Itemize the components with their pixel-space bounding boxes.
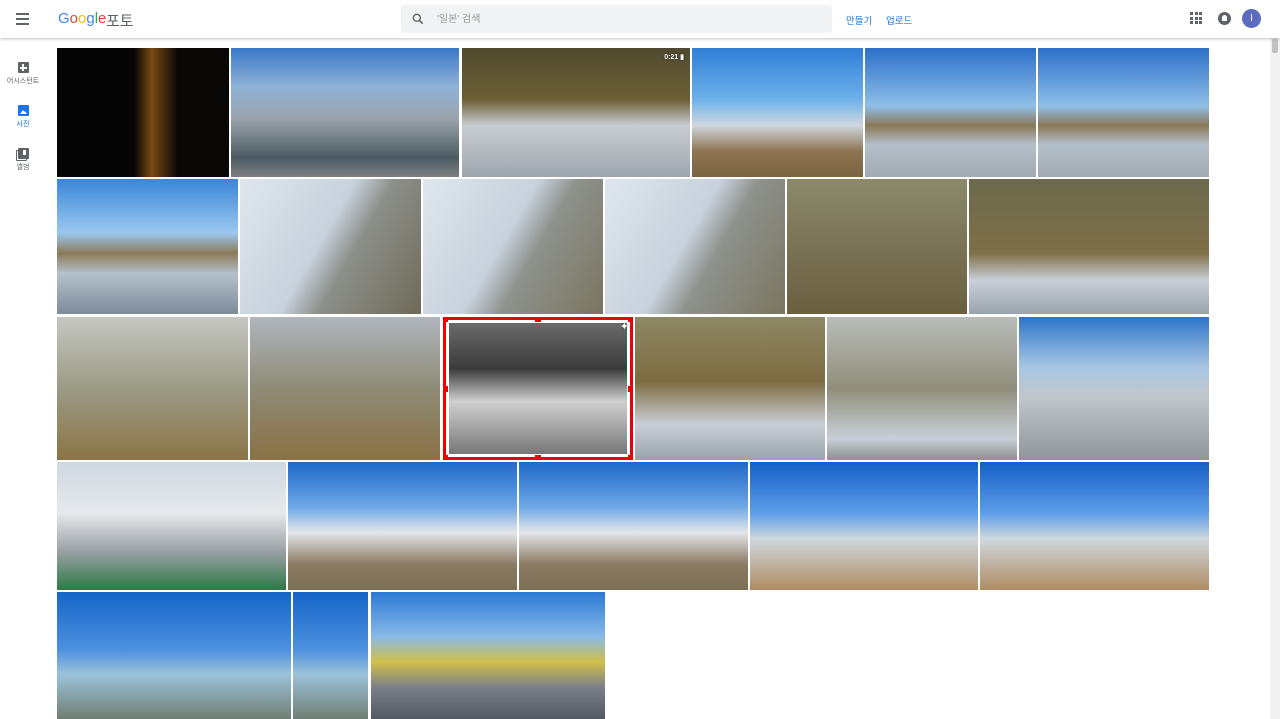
photo-tile[interactable] (371, 592, 605, 719)
photo-tile[interactable] (288, 462, 517, 590)
photo-tile[interactable] (1038, 48, 1209, 177)
photo-tile[interactable] (1019, 317, 1209, 460)
upload-link[interactable]: 업로드 (886, 13, 912, 27)
photo-tile[interactable] (250, 317, 440, 460)
create-link[interactable]: 만들기 (846, 13, 872, 27)
photo-image (449, 323, 627, 454)
search-icon[interactable] (411, 12, 425, 26)
photo-tile[interactable]: 0:21 ▮ (462, 48, 690, 177)
photo-tile[interactable] (865, 48, 1036, 177)
selection-handle[interactable] (443, 317, 448, 322)
photo-tile[interactable] (423, 179, 603, 314)
selection-handle[interactable] (443, 385, 448, 392)
selection-handle[interactable] (628, 385, 633, 392)
google-logo[interactable]: Google (58, 10, 106, 27)
video-duration-badge: 0:21 ▮ (664, 54, 684, 61)
photo-tile[interactable] (57, 592, 291, 719)
hamburger-menu-icon[interactable] (12, 9, 32, 29)
search-input[interactable] (435, 12, 819, 26)
sidebar-item-label: 어시스턴트 (6, 78, 40, 85)
photo-tile[interactable] (750, 462, 978, 590)
photo-tile[interactable] (605, 179, 785, 314)
photo-tile-selected[interactable]: ✦ (443, 317, 633, 460)
top-app-bar: Google 포토 만들기 업로드 I (0, 0, 1280, 38)
photo-tile[interactable] (231, 48, 459, 177)
photo-tile[interactable] (57, 48, 229, 177)
selection-handle[interactable] (443, 455, 448, 460)
search-bar[interactable] (401, 5, 832, 33)
photo-tile[interactable] (57, 317, 248, 460)
scrollbar[interactable] (1270, 38, 1280, 719)
sidebar-item-label: 앨범 (16, 164, 30, 171)
notifications-icon[interactable] (1218, 12, 1231, 25)
selection-handle[interactable] (535, 455, 541, 460)
auto-enhance-icon: ✦ (619, 321, 629, 333)
photo-icon (17, 105, 29, 116)
photo-tile[interactable] (980, 462, 1209, 590)
photo-tile[interactable] (692, 48, 863, 177)
sidebar-item-label: 사진 (16, 121, 30, 128)
photo-tile[interactable] (293, 592, 368, 719)
apps-grid-icon[interactable] (1190, 12, 1202, 24)
album-icon (17, 148, 29, 159)
selection-handle[interactable] (628, 455, 633, 460)
selection-handle[interactable] (535, 317, 541, 322)
sidebar-item-albums[interactable]: 앨범 (0, 148, 46, 172)
photo-tile[interactable] (57, 462, 286, 590)
photo-tile[interactable] (787, 179, 967, 314)
avatar[interactable]: I (1242, 9, 1261, 28)
assistant-icon (17, 62, 29, 73)
photo-tile[interactable] (635, 317, 825, 460)
photo-tile[interactable] (240, 179, 421, 314)
product-name: 포토 (106, 13, 134, 30)
photo-tile[interactable] (969, 179, 1209, 314)
sidebar-item-assistant[interactable]: 어시스턴트 (0, 62, 46, 86)
photo-tile[interactable] (519, 462, 748, 590)
scrollbar-thumb[interactable] (1272, 39, 1278, 53)
sidebar-item-photos[interactable]: 사진 (0, 105, 46, 129)
photo-tile[interactable] (57, 179, 238, 314)
photo-tile[interactable] (827, 317, 1017, 460)
